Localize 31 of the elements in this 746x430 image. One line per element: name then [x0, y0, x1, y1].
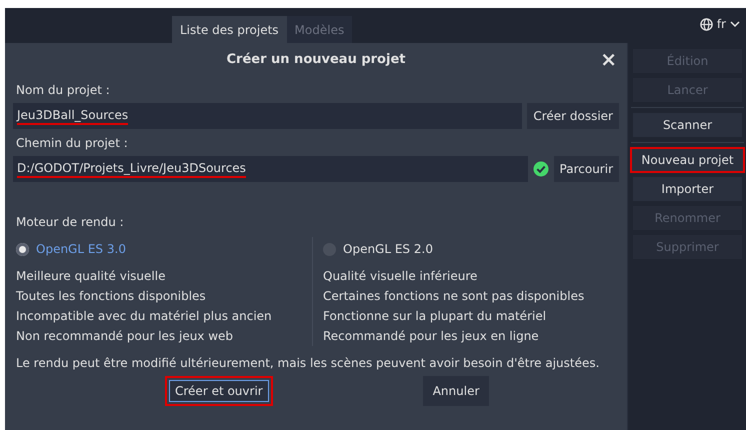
dialog-button[interactable]: Créer et ouvrir — [165, 376, 273, 406]
radio-option[interactable]: OpenGL ES 2.0 — [323, 237, 433, 261]
field-button[interactable]: Parcourir — [554, 156, 619, 182]
chevron-icon — [730, 20, 740, 28]
description-text: Incompatible avec du matériel plus ancien — [16, 308, 273, 325]
language-selector[interactable]: fr — [700, 17, 740, 31]
description-text: Fonctionne sur la plupart du matériel — [323, 308, 548, 325]
description-text: Non recommandé pour les jeux web — [16, 328, 234, 345]
description-text: Recommandé pour les jeux en ligne — [323, 328, 540, 345]
sidebar-button[interactable]: Scanner — [633, 113, 742, 137]
field-label: Nom du projet : — [16, 83, 111, 97]
tab[interactable]: Liste des projets — [172, 16, 287, 43]
field-label: Chemin du projet : — [16, 136, 129, 150]
dialog-title: Créer un nouveau projet — [226, 52, 406, 67]
field-button[interactable]: Créer dossier — [527, 103, 619, 129]
description-text: Qualité visuelle inférieure — [323, 268, 478, 285]
field-value: Jeu3DBall_Sources — [17, 108, 128, 124]
description-text: Certaines fonctions ne sont pas disponibles — [323, 288, 586, 305]
sidebar-button[interactable]: Importer — [633, 177, 742, 201]
sidebar-button[interactable]: Nouveau projet — [630, 147, 745, 173]
input-field[interactable]: Jeu3DBall_Sources — [13, 103, 522, 129]
note-text: Le rendu peut être modifié ultérieurement, mais les scènes peuvent avoir besoin d'être ajustées. — [16, 355, 600, 372]
close-button[interactable]: × — [598, 49, 619, 69]
description-text: Meilleure qualité visuelle — [16, 268, 166, 285]
radio-option[interactable]: OpenGL ES 3.0 — [16, 237, 126, 261]
section-label: Moteur de rendu : — [16, 215, 125, 229]
field-value: D:/GODOT/Projets_Livre/Jeu3DSources — [17, 160, 246, 178]
input-field[interactable]: D:/GODOT/Projets_Livre/Jeu3DSources — [13, 156, 528, 182]
dialog-button[interactable]: Annuler — [422, 376, 490, 406]
description-text: Toutes les fonctions disponibles — [16, 288, 207, 305]
globe-icon — [700, 18, 713, 30]
